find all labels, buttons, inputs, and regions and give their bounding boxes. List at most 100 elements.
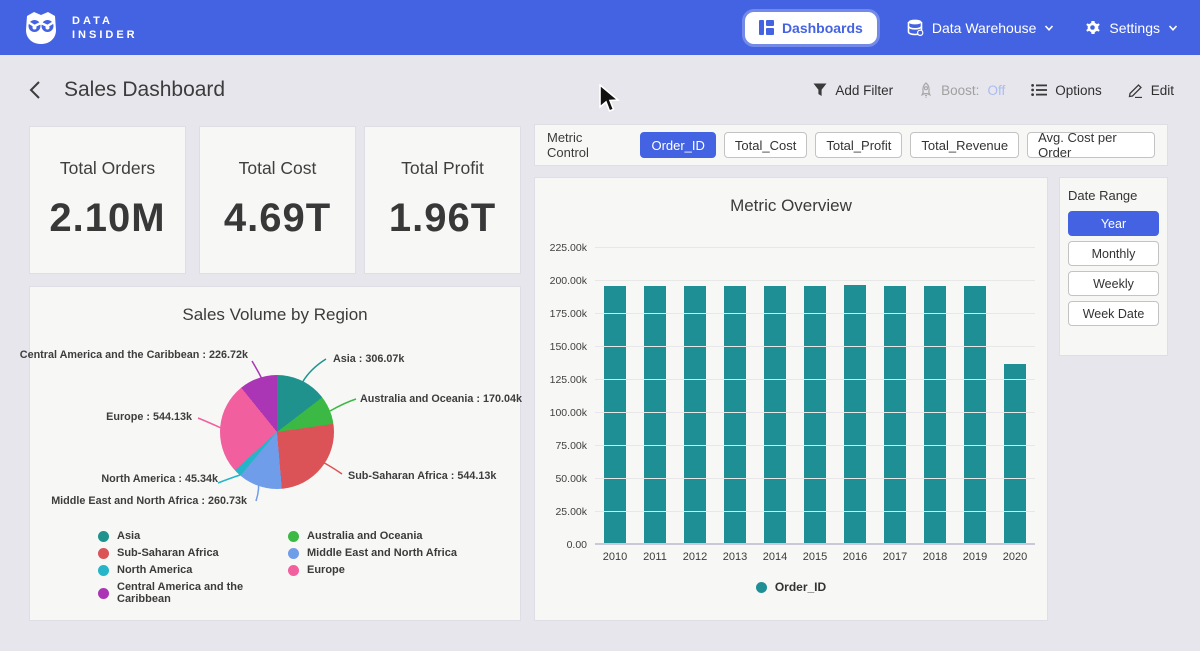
- pie-callout-middle-east-north-africa: Middle East and North Africa : 260.73k: [51, 495, 247, 507]
- legend-label: Sub-Saharan Africa: [117, 547, 219, 559]
- brand-line1: DATA: [72, 14, 138, 28]
- gridline: [595, 313, 1035, 314]
- bar-slot: [915, 248, 955, 545]
- legend-item[interactable]: Australia and Oceania: [288, 530, 457, 542]
- edit-label: Edit: [1151, 83, 1174, 98]
- pie-callout-north-america: North America : 45.34k: [101, 473, 218, 485]
- gridline: [595, 543, 1035, 545]
- legend-item[interactable]: Middle East and North Africa: [288, 547, 457, 559]
- legend-dot: [98, 548, 109, 559]
- nav-item-settings-label: Settings: [1109, 20, 1160, 36]
- date-range-monthly[interactable]: Monthly: [1068, 241, 1159, 266]
- pie-circle[interactable]: [220, 375, 334, 489]
- y-axis-tick: 175.00k: [535, 308, 587, 320]
- boost-label: Boost:: [941, 83, 979, 98]
- date-range-year[interactable]: Year: [1068, 211, 1159, 236]
- bar-slot: [875, 248, 915, 545]
- y-axis-tick: 25.00k: [535, 506, 587, 518]
- bar-2011[interactable]: [644, 286, 666, 545]
- edit-button[interactable]: Edit: [1128, 83, 1174, 98]
- metric-chip-group: Order_ID Total_Cost Total_Profit Total_Reve…: [640, 132, 1155, 158]
- x-axis-label: 2017: [875, 551, 915, 563]
- metric-chip-avg-cost-per-order[interactable]: Avg. Cost per Order: [1027, 132, 1155, 158]
- pie-callout-asia: Asia : 306.07k: [333, 353, 404, 365]
- y-axis-tick: 225.00k: [535, 242, 587, 254]
- y-axis-tick: 150.00k: [535, 341, 587, 353]
- x-axis-label: 2019: [955, 551, 995, 563]
- top-nav: DATA INSIDER Dashboards: [0, 0, 1200, 55]
- nav-item-dashboards[interactable]: Dashboards: [745, 12, 877, 44]
- brand[interactable]: DATA INSIDER: [22, 10, 138, 46]
- legend-dot: [98, 531, 109, 542]
- kpi-label: Total Orders: [60, 158, 155, 179]
- date-range-weekly[interactable]: Weekly: [1068, 271, 1159, 296]
- x-axis-label: 2011: [635, 551, 675, 563]
- legend-dot: [288, 565, 299, 576]
- kpi-value: 1.96T: [389, 196, 496, 241]
- legend-item[interactable]: Sub-Saharan Africa: [98, 547, 248, 559]
- metric-chip-total-profit[interactable]: Total_Profit: [815, 132, 902, 158]
- filter-icon: [813, 83, 827, 97]
- legend-label: Asia: [117, 530, 140, 542]
- gridline: [595, 445, 1035, 446]
- add-filter-button[interactable]: Add Filter: [813, 83, 893, 98]
- y-axis-tick: 50.00k: [535, 473, 587, 485]
- legend-dot: [756, 582, 767, 593]
- rocket-icon: [919, 82, 933, 98]
- mouse-cursor: [598, 84, 620, 119]
- pie-callout-australia-oceania: Australia and Oceania : 170.04k: [360, 393, 522, 405]
- pie-callout-central-america-caribbean: Central America and the Caribbean : 226.…: [20, 349, 248, 361]
- nav-item-data-warehouse[interactable]: Data Warehouse: [907, 19, 1055, 36]
- legend-item[interactable]: North America: [98, 564, 248, 576]
- nav-item-settings[interactable]: Settings: [1084, 19, 1178, 36]
- metric-chip-total-cost[interactable]: Total_Cost: [724, 132, 807, 158]
- y-axis-tick: 125.00k: [535, 374, 587, 386]
- bar-2014[interactable]: [764, 286, 786, 545]
- x-axis-label: 2015: [795, 551, 835, 563]
- bar-2019[interactable]: [964, 286, 986, 545]
- date-range-buttons: Year Monthly Weekly Week Date: [1068, 211, 1159, 326]
- bar-2016[interactable]: [844, 285, 866, 545]
- boost-toggle[interactable]: Boost: Off: [919, 82, 1005, 98]
- bar-2012[interactable]: [684, 286, 706, 546]
- bar-chart-legend[interactable]: Order_ID: [535, 580, 1047, 594]
- legend-dot: [98, 588, 109, 599]
- date-range-week-date[interactable]: Week Date: [1068, 301, 1159, 326]
- back-button[interactable]: [24, 79, 46, 101]
- options-button[interactable]: Options: [1031, 83, 1102, 98]
- kpi-value: 2.10M: [49, 196, 165, 241]
- bar-slot: [995, 248, 1035, 545]
- bar-2020[interactable]: [1004, 364, 1026, 545]
- owl-logo-icon: [22, 10, 60, 46]
- y-axis-tick: 100.00k: [535, 407, 587, 419]
- kpi-value: 4.69T: [224, 196, 331, 241]
- date-range-panel: Date Range YearMonthlyWeeklyWeek Date: [1060, 178, 1167, 355]
- kpi-total-orders: Total Orders 2.10M: [30, 127, 185, 273]
- legend-label: Middle East and North Africa: [307, 547, 457, 559]
- legend-item[interactable]: Asia: [98, 530, 248, 542]
- nav-item-dashboards-label: Dashboards: [782, 20, 863, 36]
- x-labels-row: 2010201120122013201420152016201720182019…: [595, 551, 1035, 563]
- metric-chip-order-id[interactable]: Order_ID: [640, 132, 715, 158]
- nav-menu: Dashboards Data Warehouse: [745, 12, 1178, 44]
- pencil-icon: [1128, 83, 1143, 98]
- gear-icon: [1084, 19, 1101, 36]
- bar-2017[interactable]: [884, 286, 906, 545]
- legend-dot: [98, 565, 109, 576]
- bar-2018[interactable]: [924, 286, 946, 545]
- chevron-down-icon: [1044, 23, 1054, 33]
- metric-chip-total-revenue[interactable]: Total_Revenue: [910, 132, 1019, 158]
- legend-label: Europe: [307, 564, 345, 576]
- bar-2015[interactable]: [804, 286, 826, 545]
- legend-item[interactable]: Europe: [288, 564, 457, 576]
- bar-slot: [955, 248, 995, 545]
- legend-label: Order_ID: [775, 580, 826, 594]
- legend-item[interactable]: Central America and the Caribbean: [98, 581, 248, 605]
- add-filter-label: Add Filter: [835, 83, 893, 98]
- bar-2013[interactable]: [724, 286, 746, 545]
- kpi-label: Total Profit: [401, 158, 484, 179]
- bar-slot: [835, 248, 875, 545]
- gridline: [595, 280, 1035, 281]
- bar-2010[interactable]: [604, 286, 626, 545]
- gridline: [595, 478, 1035, 479]
